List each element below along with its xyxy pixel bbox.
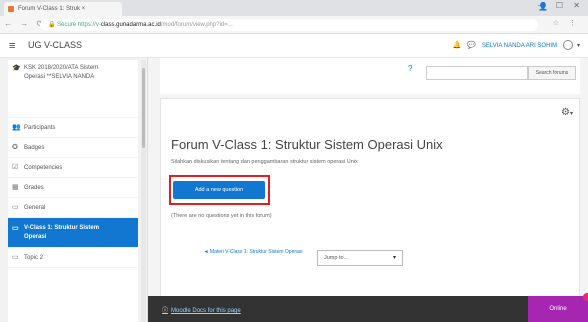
sidebar-item-competencies[interactable]: ☑ Competencies [8,158,138,178]
moodle-docs-link[interactable]: ⓘ Moodle Docs for this page [162,305,241,314]
sidebar-item-label: Participants [24,125,56,131]
url-domain: class.gunadarma.ac.id [100,22,161,28]
sidebar-item-course[interactable]: 🎓 KSK 2018/2020/ATA Sistem Operasi **SEL… [8,60,138,118]
notification-dot [583,293,588,301]
window-controls[interactable]: — ☐ ✕ [538,1,584,10]
avatar[interactable] [563,40,574,50]
url-prefix: 🔒 Secure https://v- [48,22,101,28]
sidebar-item-general[interactable]: ▭ General [8,198,138,218]
search-input[interactable] [426,66,528,80]
sidebar-nav: 🎓 KSK 2018/2020/ATA Sistem Operasi **SEL… [8,60,138,322]
page-title: Forum V-Class 1: Struktur Sistem Operasi… [171,137,443,152]
online-users-badge[interactable]: Online [528,293,588,322]
moodle-docs-label: Moodle Docs for this page [171,308,241,314]
search-forums-button[interactable]: Search forums [528,66,576,80]
check-icon: ☑ [12,164,19,171]
favicon-icon [8,6,14,12]
sidebar-item-badges[interactable]: ✪ Badges [8,138,138,158]
grades-icon: ▦ [12,184,19,191]
nav-drawer: 🎓 KSK 2018/2020/ATA Sistem Operasi **SEL… [0,58,148,322]
page-footer: ⓘ Moodle Docs for this page Online [148,293,588,322]
browser-tab-bar: Forum V-Class 1: Struk × 👤 — ☐ ✕ [0,0,588,16]
browser-tab[interactable]: Forum V-Class 1: Struk × [4,2,122,16]
sidebar-item-label: V-Class 1: Struktur Sistem Operasi [24,225,100,240]
search-forums-area: ? Search forums [160,58,580,94]
previous-activity-link[interactable]: ◄ Materi V-Class 1: Struktur Sistem Oper… [201,249,305,256]
chat-icon[interactable]: 💬 [467,42,476,49]
help-icon[interactable]: ? [408,64,412,73]
sidebar-item-label: Competencies [24,165,63,171]
site-header: ≡ UG V-CLASS 🔔 💬 SELVIA NANDA ARI SOHIM … [0,34,588,58]
no-questions-text: (There are no questions yet in this foru… [171,213,272,219]
sidebar-item-label: KSK 2018/2020/ATA Sistem Operasi **SELVI… [24,65,99,80]
jump-to-label: Jump to... [324,255,349,261]
bell-icon[interactable]: 🔔 [452,42,461,49]
sidebar-item-grades[interactable]: ▦ Grades [8,178,138,198]
info-icon: ⓘ [162,308,169,314]
sidebar-item-label: Badges [24,145,45,151]
browser-menu-icons[interactable]: ☆ ⋮ [553,19,580,27]
browser-tab-title: Forum V-Class 1: Struk × [18,6,86,12]
online-label: Online [549,306,567,312]
sidebar-scrollbar[interactable] [141,60,146,322]
gear-icon[interactable]: ⚙▾ [561,107,573,118]
site-brand[interactable]: UG V-CLASS [28,40,82,50]
folder-icon: ▭ [12,204,19,211]
sidebar-item-vclass-1[interactable]: ▭ V-Class 1: Struktur Sistem Operasi [8,218,138,248]
add-new-question-button[interactable]: Add a new question [173,181,265,199]
scrollbar-thumb[interactable] [142,68,145,148]
folder-icon: ▭ [12,225,19,232]
sidebar-item-label: General [24,205,46,211]
sidebar-item-topic-2[interactable]: ▭ Topic 2 [8,248,138,268]
url-field[interactable]: 🔒 Secure https://v-class.gunadarma.ac.id… [40,19,538,31]
address-bar-row: ← → ⟳ 🔒 Secure https://v-class.gunadarma… [0,16,588,34]
user-name[interactable]: SELVIA NANDA ARI SOHIM [482,43,557,49]
forum-card: ⚙▾ Forum V-Class 1: Struktur Sistem Oper… [160,98,580,322]
graduation-cap-icon: 🎓 [12,65,21,72]
sidebar-item-label: Grades [24,185,44,191]
chevron-down-icon: ▾ [392,255,396,261]
users-icon: 👥 [12,124,21,131]
hamburger-menu-icon[interactable]: ≡ [9,40,15,52]
chevron-down-icon[interactable]: ▾ [577,43,580,49]
badge-icon: ✪ [12,144,18,151]
main-region: ? Search forums ⚙▾ Forum V-Class 1: Stru… [148,58,588,322]
folder-icon: ▭ [12,254,19,261]
jump-to-select[interactable]: Jump to... ▾ [317,250,403,266]
header-user-area: 🔔 💬 SELVIA NANDA ARI SOHIM ▾ [452,40,580,50]
chevron-down-icon: ▾ [569,111,573,117]
url-path: /mod/forum/view.php?id=... [160,22,233,28]
sidebar-item-label: Topic 2 [24,255,44,261]
sidebar-item-participants[interactable]: 👥 Participants [8,118,138,138]
forum-intro: Silahkan diskusikan tentang dan penggamb… [171,159,358,165]
